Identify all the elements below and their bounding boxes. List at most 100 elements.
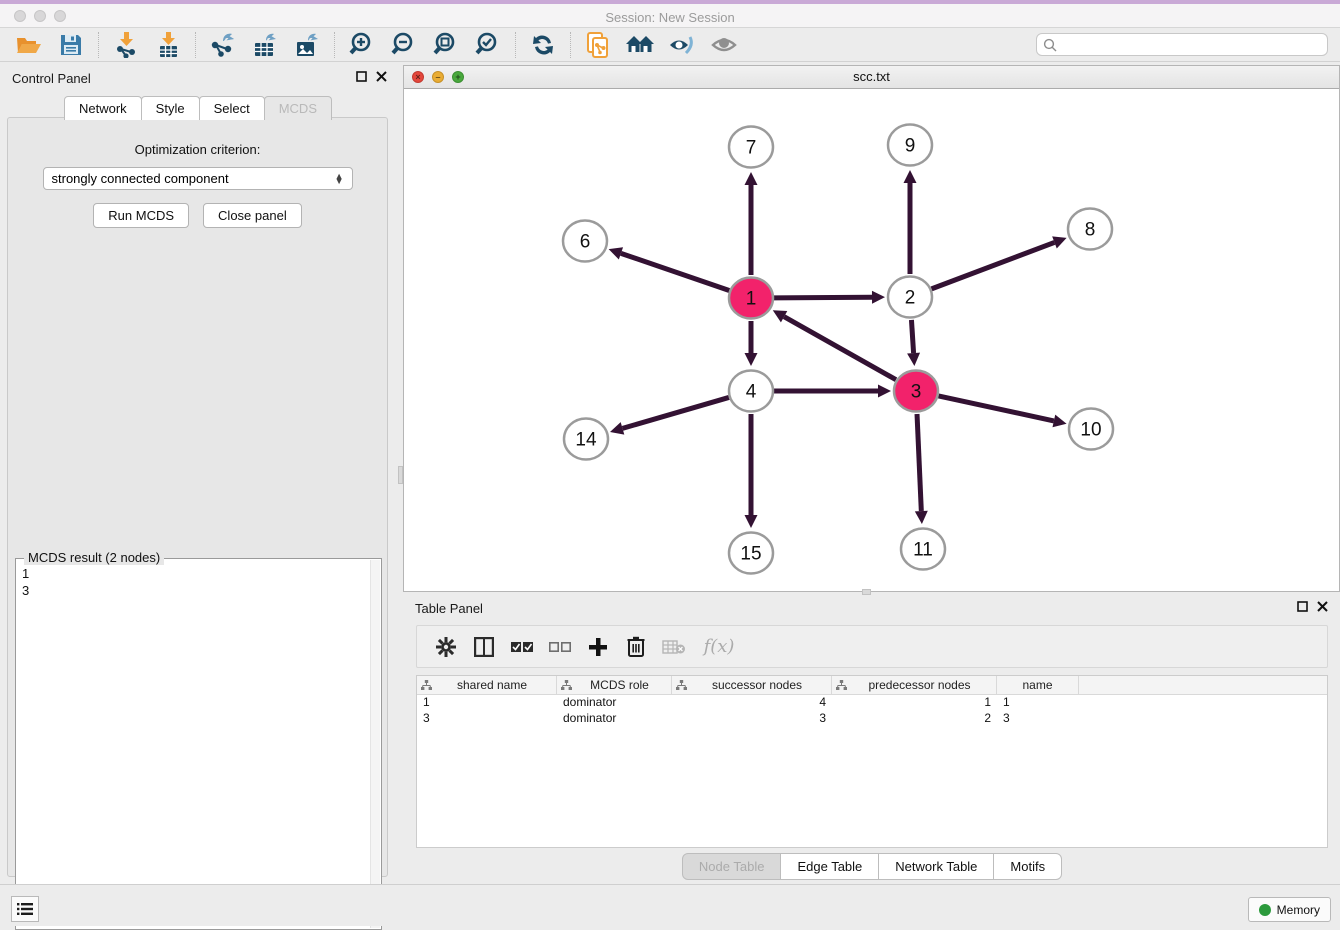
- graph-edge-1-7[interactable]: [745, 172, 758, 275]
- cell-successor-nodes[interactable]: 3: [672, 711, 832, 727]
- graph-edge-1-4[interactable]: [745, 321, 758, 366]
- show-columns-icon[interactable]: [469, 632, 499, 662]
- cell-predecessor-nodes[interactable]: 1: [832, 695, 997, 711]
- cell-shared-name[interactable]: 3: [417, 711, 557, 727]
- tab-select[interactable]: Select: [199, 96, 265, 120]
- table-panel: Table Panel f(x): [403, 595, 1340, 882]
- delete-table-icon: [659, 632, 689, 662]
- main-toolbar: [0, 28, 1340, 62]
- export-table-icon[interactable]: [249, 30, 281, 60]
- graph-edge-4-14[interactable]: [610, 397, 729, 434]
- run-mcds-button[interactable]: Run MCDS: [93, 203, 189, 228]
- table-settings-icon[interactable]: [431, 632, 461, 662]
- graph-node-label: 8: [1085, 220, 1096, 241]
- column-header-shared-name[interactable]: shared name: [417, 676, 557, 694]
- network-close-icon[interactable]: ×: [412, 71, 424, 83]
- criterion-dropdown[interactable]: strongly connected component ▲▼: [43, 167, 353, 190]
- float-panel-icon[interactable]: [356, 71, 367, 82]
- graph-edge-2-3[interactable]: [907, 320, 920, 366]
- home-icon[interactable]: [624, 30, 656, 60]
- graph-node-1[interactable]: 1: [729, 278, 773, 319]
- network-canvas[interactable]: 7 9 6 8 1 2 4 3 14 10 15 11: [404, 89, 1339, 591]
- graph-edge-4-15[interactable]: [745, 414, 758, 528]
- zoom-in-icon[interactable]: [346, 30, 378, 60]
- column-type-icon: [561, 680, 572, 691]
- cell-mcds-role[interactable]: dominator: [557, 695, 672, 711]
- deselect-all-icon[interactable]: [545, 632, 575, 662]
- tab-network-table[interactable]: Network Table: [878, 853, 994, 880]
- tab-motifs[interactable]: Motifs: [993, 853, 1062, 880]
- graph-node-11[interactable]: 11: [901, 529, 945, 570]
- zoom-selected-icon[interactable]: [472, 30, 504, 60]
- search-input[interactable]: [1057, 38, 1321, 52]
- table-row[interactable]: 1 dominator 4 1 1: [417, 695, 1327, 711]
- float-panel-icon[interactable]: [1297, 601, 1308, 612]
- open-session-icon[interactable]: [13, 30, 45, 60]
- graph-edge-1-6[interactable]: [609, 247, 730, 290]
- close-panel-button[interactable]: Close panel: [203, 203, 302, 228]
- graph-edge-3-11[interactable]: [915, 414, 928, 524]
- table-row[interactable]: 3 dominator 3 2 3: [417, 711, 1327, 727]
- clone-network-icon[interactable]: [582, 30, 614, 60]
- app-title: Session: New Session: [0, 8, 1340, 28]
- network-maximize-icon[interactable]: +: [452, 71, 464, 83]
- export-image-icon[interactable]: [291, 30, 323, 60]
- delete-column-icon[interactable]: [621, 632, 651, 662]
- graph-edge-2-8[interactable]: [932, 236, 1067, 289]
- graph-node-2[interactable]: 2: [888, 277, 932, 318]
- column-header-mcds-role[interactable]: MCDS role: [557, 676, 672, 694]
- zoom-fit-icon[interactable]: [430, 30, 462, 60]
- graph-node-4[interactable]: 4: [729, 371, 773, 412]
- graph-node-7[interactable]: 7: [729, 127, 773, 168]
- network-titlebar[interactable]: × – + scc.txt: [404, 66, 1339, 89]
- result-scrollbar[interactable]: [370, 560, 380, 928]
- cell-mcds-role[interactable]: dominator: [557, 711, 672, 727]
- cell-predecessor-nodes[interactable]: 2: [832, 711, 997, 727]
- import-table-icon[interactable]: [152, 30, 184, 60]
- tab-style[interactable]: Style: [141, 96, 200, 120]
- graph-edge-1-2[interactable]: [774, 291, 885, 304]
- cell-name[interactable]: 1: [997, 695, 1079, 711]
- graph-edge-4-3[interactable]: [774, 385, 891, 398]
- memory-button[interactable]: Memory: [1248, 897, 1331, 922]
- cell-name[interactable]: 3: [997, 711, 1079, 727]
- tab-node-table[interactable]: Node Table: [682, 853, 782, 880]
- graph-node-6[interactable]: 6: [563, 221, 607, 262]
- network-minimize-icon[interactable]: –: [432, 71, 444, 83]
- export-network-icon[interactable]: [207, 30, 239, 60]
- select-all-icon[interactable]: [507, 632, 537, 662]
- column-header-name[interactable]: name: [997, 676, 1079, 694]
- close-panel-icon[interactable]: [376, 71, 387, 82]
- graph-edge-3-1[interactable]: [773, 310, 896, 379]
- show-graphics-details-icon[interactable]: [708, 30, 740, 60]
- search-icon: [1043, 38, 1057, 52]
- task-history-button[interactable]: [11, 896, 39, 922]
- mcds-result-text[interactable]: 1 3: [18, 565, 369, 927]
- graph-node-label: 3: [911, 382, 922, 403]
- tab-edge-table[interactable]: Edge Table: [780, 853, 879, 880]
- column-header-successor-nodes[interactable]: successor nodes: [672, 676, 832, 694]
- splitter-handle[interactable]: [398, 466, 403, 484]
- close-panel-icon[interactable]: [1317, 601, 1328, 612]
- import-network-icon[interactable]: [110, 30, 142, 60]
- graph-node-9[interactable]: 9: [888, 125, 932, 166]
- zoom-out-icon[interactable]: [388, 30, 420, 60]
- column-type-icon: [676, 680, 687, 691]
- graph-edge-2-9[interactable]: [904, 170, 917, 274]
- cell-successor-nodes[interactable]: 4: [672, 695, 832, 711]
- save-session-icon[interactable]: [55, 30, 87, 60]
- add-column-icon[interactable]: [583, 632, 613, 662]
- graph-node-8[interactable]: 8: [1068, 209, 1112, 250]
- graph-node-10[interactable]: 10: [1069, 409, 1113, 450]
- graph-node-14[interactable]: 14: [564, 419, 608, 460]
- refresh-layout-icon[interactable]: [527, 30, 559, 60]
- graph-node-3[interactable]: 3: [894, 371, 938, 412]
- cell-shared-name[interactable]: 1: [417, 695, 557, 711]
- column-header-predecessor-nodes[interactable]: predecessor nodes: [832, 676, 997, 694]
- graph-node-15[interactable]: 15: [729, 533, 773, 574]
- graph-edge-3-10[interactable]: [938, 396, 1066, 427]
- tab-network[interactable]: Network: [64, 96, 142, 120]
- tab-mcds[interactable]: MCDS: [264, 96, 332, 120]
- hide-graphics-details-icon[interactable]: [666, 30, 698, 60]
- search-box[interactable]: [1036, 33, 1328, 56]
